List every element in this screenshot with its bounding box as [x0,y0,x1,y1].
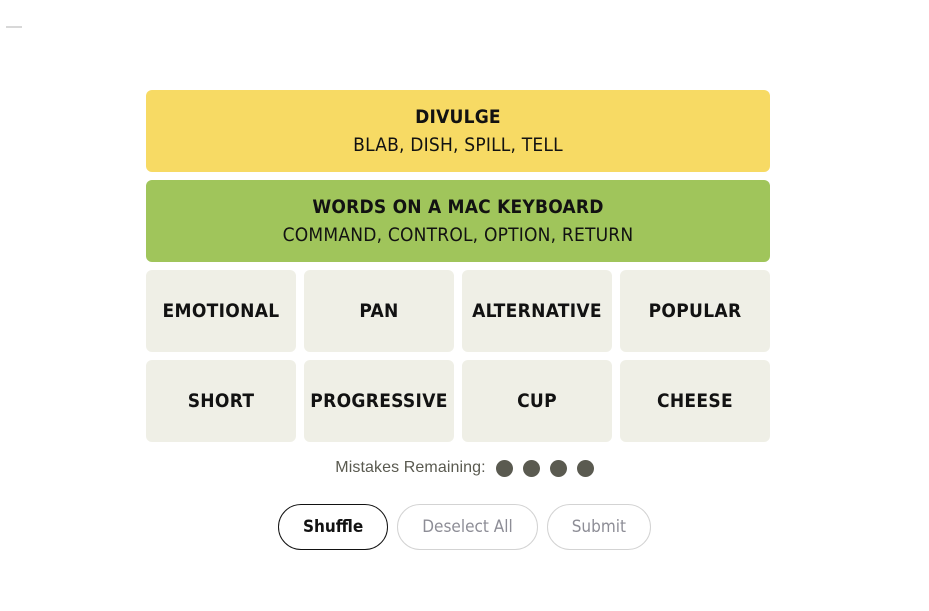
game-board: DIVULGE BLAB, DISH, SPILL, TELL WORDS ON… [146,90,770,450]
solved-category-title: DIVULGE [415,106,501,129]
word-tile-label: EMOTIONAL [162,300,280,322]
word-tile[interactable]: PROGRESSIVE [304,360,454,442]
solved-category-words: BLAB, DISH, SPILL, TELL [353,133,563,156]
shuffle-button[interactable]: Shuffle [278,504,389,550]
word-tile[interactable]: CHEESE [620,360,770,442]
submit-button[interactable]: Submit [546,504,651,550]
page-artifact-line [6,26,22,28]
word-tile[interactable]: PAN [304,270,454,352]
submit-button-label: Submit [571,517,626,537]
mistake-dot-icon [495,459,513,477]
word-tile-label: PAN [359,300,399,322]
word-tile[interactable]: CUP [462,360,612,442]
mistake-dot-icon [522,459,540,477]
solved-category-row-yellow: DIVULGE BLAB, DISH, SPILL, TELL [146,90,770,172]
tile-row: SHORT PROGRESSIVE CUP CHEESE [146,360,770,442]
game-controls: Shuffle Deselect All Submit [0,504,929,550]
mistakes-dot-group [495,459,594,477]
word-tile[interactable]: ALTERNATIVE [462,270,612,352]
word-tile-label: SHORT [187,390,255,412]
solved-category-row-green: WORDS ON A MAC KEYBOARD COMMAND, CONTROL… [146,180,770,262]
deselect-all-button-label: Deselect All [422,517,513,537]
tile-row: EMOTIONAL PAN ALTERNATIVE POPULAR [146,270,770,352]
shuffle-button-label: Shuffle [303,517,364,537]
word-tile[interactable]: SHORT [146,360,296,442]
mistake-dot-icon [576,459,594,477]
word-tile-label: CHEESE [656,390,733,412]
deselect-all-button[interactable]: Deselect All [397,504,538,550]
word-tile-label: CUP [517,390,557,412]
word-tile[interactable]: POPULAR [620,270,770,352]
word-tile-label: POPULAR [648,300,742,322]
word-tile-label: ALTERNATIVE [472,300,602,322]
mistakes-remaining-row: Mistakes Remaining: [0,459,929,477]
mistakes-remaining-label: Mistakes Remaining: [335,459,486,476]
solved-category-words: COMMAND, CONTROL, OPTION, RETURN [282,223,634,246]
word-tile-label: PROGRESSIVE [310,390,448,412]
connections-game-page: DIVULGE BLAB, DISH, SPILL, TELL WORDS ON… [0,0,929,611]
solved-category-title: WORDS ON A MAC KEYBOARD [312,196,604,219]
word-tile[interactable]: EMOTIONAL [146,270,296,352]
mistake-dot-icon [549,459,567,477]
